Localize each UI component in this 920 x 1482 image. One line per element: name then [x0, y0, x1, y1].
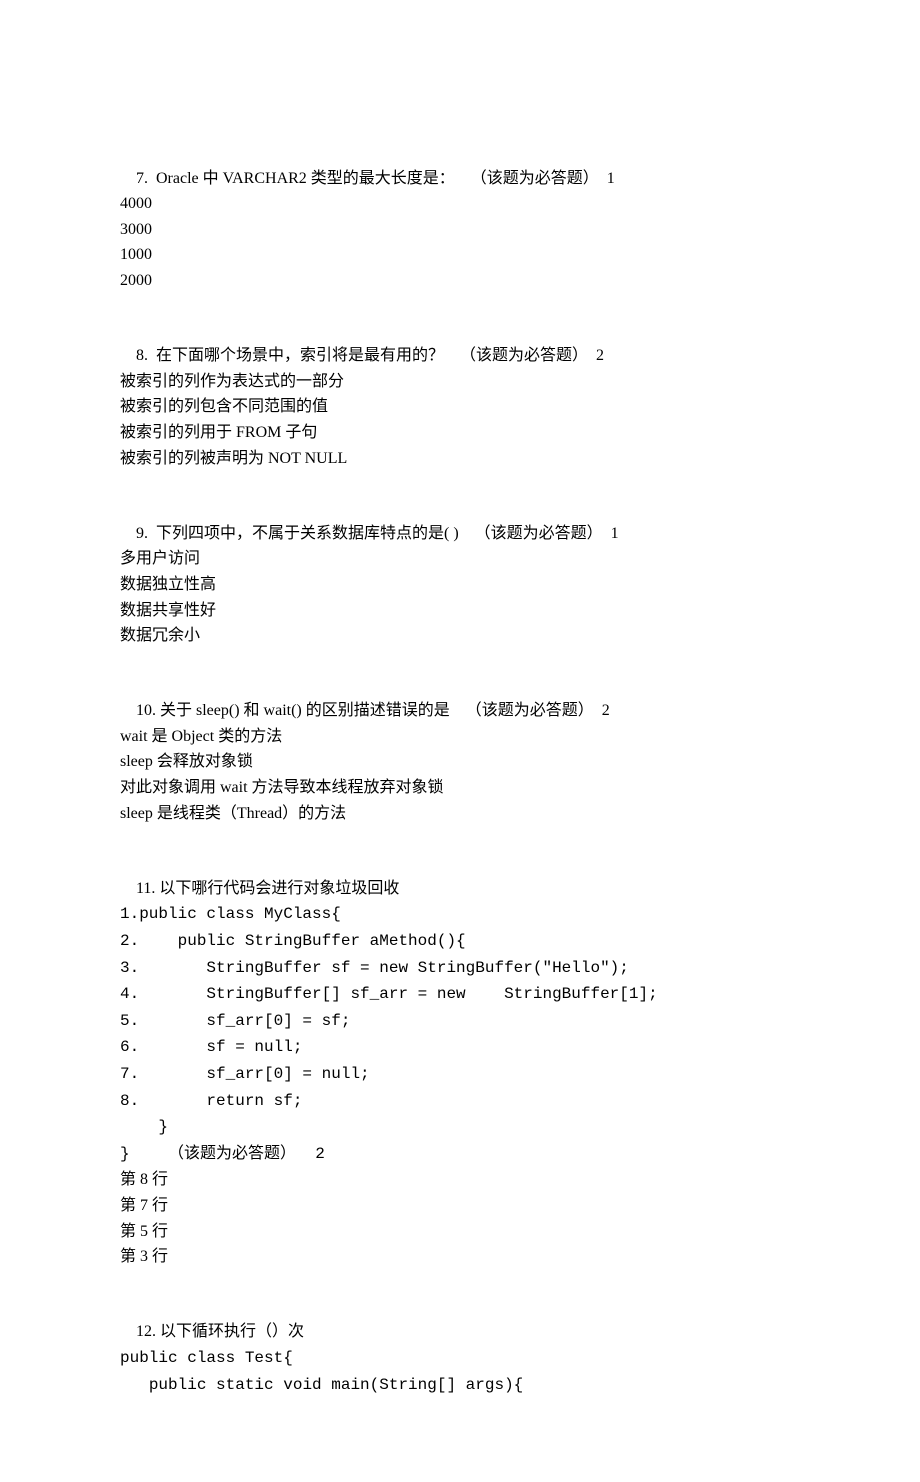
question-prompt: 下列四项中，不属于关系数据库特点的是( ) （该题为必答题） 1	[156, 525, 619, 542]
code-line: public class Test{	[120, 1349, 293, 1367]
option: 第 3 行	[120, 1248, 168, 1265]
option: 1000	[120, 246, 152, 263]
question-number: 10.	[136, 702, 156, 719]
question-number: 11.	[136, 880, 155, 897]
question-number: 12.	[136, 1323, 156, 1340]
option: 对此对象调用 wait 方法导致本线程放弃对象锁	[120, 779, 444, 796]
code-line: }	[120, 1118, 168, 1136]
code-line: public static void main(String[] args){	[120, 1376, 523, 1394]
code-line: 8. return sf;	[120, 1092, 302, 1110]
code-line: 5. sf_arr[0] = sf;	[120, 1012, 350, 1030]
option: 4000	[120, 195, 152, 212]
question-7: 7. Oracle 中 VARCHAR2 类型的最大长度是： （该题为必答题） …	[120, 140, 800, 294]
code-line: 6. sf = null;	[120, 1038, 302, 1056]
code-line: } （该题为必答题） 2	[120, 1145, 325, 1163]
option: 数据冗余小	[120, 627, 200, 644]
question-12: 12. 以下循环执行（）次 public class Test{ public …	[120, 1294, 800, 1398]
question-prompt: 以下循环执行（）次	[160, 1323, 304, 1340]
code-line: 2. public StringBuffer aMethod(){	[120, 932, 466, 950]
option: 被索引的列包含不同范围的值	[120, 398, 328, 415]
code-line: 7. sf_arr[0] = null;	[120, 1065, 370, 1083]
option: 第 5 行	[120, 1223, 168, 1240]
option: sleep 会释放对象锁	[120, 753, 253, 770]
option: 被索引的列被声明为 NOT NULL	[120, 450, 347, 467]
code-line: 3. StringBuffer sf = new StringBuffer("H…	[120, 959, 629, 977]
question-prompt: Oracle 中 VARCHAR2 类型的最大长度是： （该题为必答题） 1	[156, 170, 615, 187]
option: 被索引的列作为表达式的一部分	[120, 373, 344, 390]
option: 数据独立性高	[120, 576, 216, 593]
option: 被索引的列用于 FROM 子句	[120, 424, 317, 441]
option: 第 8 行	[120, 1171, 168, 1188]
option: 第 7 行	[120, 1197, 168, 1214]
option: 2000	[120, 272, 152, 289]
option: sleep 是线程类（Thread）的方法	[120, 805, 346, 822]
question-10: 10. 关于 sleep() 和 wait() 的区别描述错误的是 （该题为必答…	[120, 673, 800, 827]
code-line: 4. StringBuffer[] sf_arr = new StringBuf…	[120, 985, 658, 1003]
question-11: 11. 以下哪行代码会进行对象垃圾回收 1.public class MyCla…	[120, 850, 800, 1270]
option: 多用户访问	[120, 550, 200, 567]
question-prompt: 关于 sleep() 和 wait() 的区别描述错误的是 （该题为必答题） 2	[160, 702, 610, 719]
question-number: 7.	[136, 170, 148, 187]
document-page: 7. Oracle 中 VARCHAR2 类型的最大长度是： （该题为必答题） …	[0, 0, 920, 1482]
question-8: 8. 在下面哪个场景中，索引将是最有用的？ （该题为必答题） 2 被索引的列作为…	[120, 318, 800, 472]
question-prompt: 以下哪行代码会进行对象垃圾回收	[159, 880, 399, 897]
option: wait 是 Object 类的方法	[120, 728, 282, 745]
question-prompt: 在下面哪个场景中，索引将是最有用的？ （该题为必答题） 2	[156, 347, 604, 364]
question-number: 9.	[136, 525, 148, 542]
question-9: 9. 下列四项中，不属于关系数据库特点的是( ) （该题为必答题） 1 多用户访…	[120, 495, 800, 649]
question-number: 8.	[136, 347, 148, 364]
option: 数据共享性好	[120, 602, 216, 619]
code-line: 1.public class MyClass{	[120, 905, 341, 923]
option: 3000	[120, 221, 152, 238]
